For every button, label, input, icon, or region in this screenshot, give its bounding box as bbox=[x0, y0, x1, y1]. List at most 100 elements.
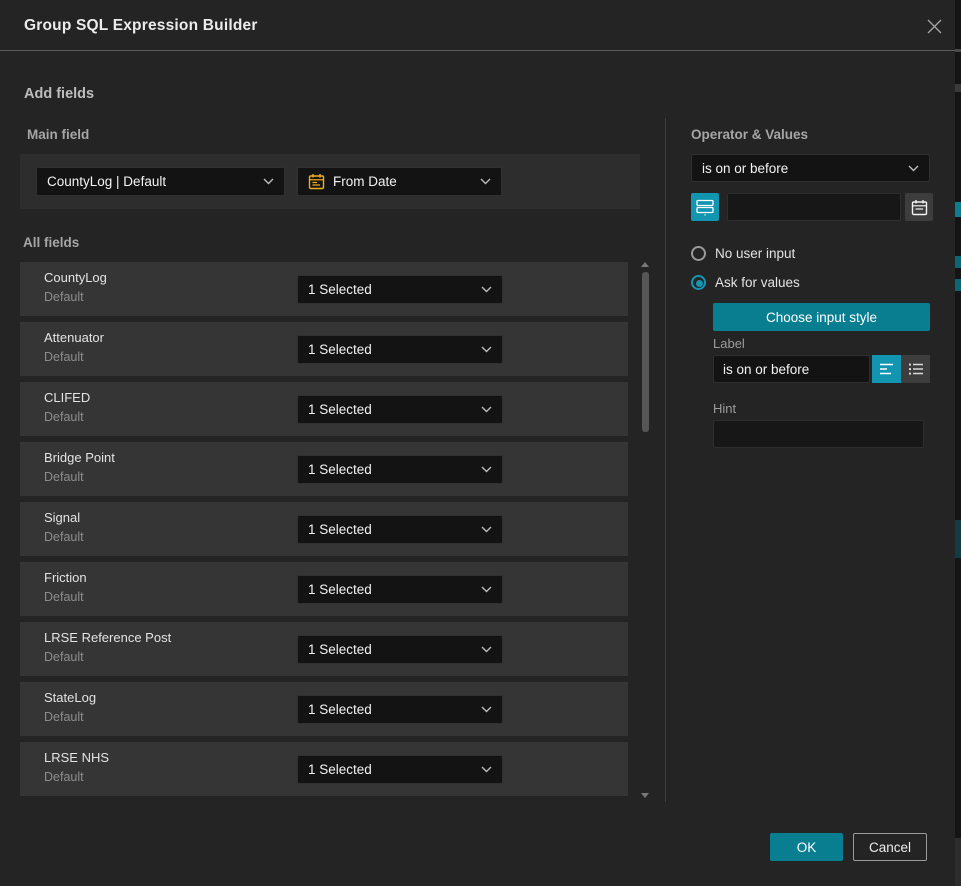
radio-label: Ask for values bbox=[715, 275, 800, 290]
field-sublabel: Default bbox=[44, 770, 84, 784]
chevron-down-icon bbox=[481, 346, 492, 353]
field-selection-select[interactable]: 1 Selected bbox=[297, 455, 503, 484]
field-selection-select[interactable]: 1 Selected bbox=[297, 335, 503, 364]
chevron-down-icon bbox=[263, 178, 274, 185]
radio-no-user-input[interactable]: No user input bbox=[691, 246, 795, 261]
field-row: Signal Default 1 Selected bbox=[20, 502, 628, 556]
operator-select[interactable]: is on or before bbox=[691, 154, 930, 182]
ok-button[interactable]: OK bbox=[770, 833, 843, 861]
input-type-icon bbox=[696, 198, 714, 216]
triangle-down-icon bbox=[641, 793, 649, 798]
field-sublabel: Default bbox=[44, 710, 84, 724]
chevron-down-icon bbox=[481, 706, 492, 713]
align-left-icon bbox=[879, 362, 895, 376]
field-name: CLIFED bbox=[44, 390, 90, 405]
radio-icon bbox=[691, 246, 706, 261]
radio-ask-for-values[interactable]: Ask for values bbox=[691, 275, 800, 290]
field-selection-select[interactable]: 1 Selected bbox=[297, 515, 503, 544]
field-row: LRSE Reference Post Default 1 Selected bbox=[20, 622, 628, 676]
field-row: Attenuator Default 1 Selected bbox=[20, 322, 628, 376]
dialog-title: Group SQL Expression Builder bbox=[24, 0, 258, 51]
field-name: LRSE Reference Post bbox=[44, 630, 171, 645]
cancel-button[interactable]: Cancel bbox=[853, 833, 927, 861]
scrollbar-up-arrow[interactable] bbox=[640, 260, 650, 268]
background-app-fragment bbox=[955, 49, 961, 52]
value-input[interactable] bbox=[727, 193, 901, 221]
background-app-fragment bbox=[955, 202, 961, 217]
field-selection-value: 1 Selected bbox=[308, 522, 475, 537]
field-sublabel: Default bbox=[44, 350, 84, 364]
field-sublabel: Default bbox=[44, 290, 84, 304]
scrollbar-thumb[interactable] bbox=[642, 272, 649, 432]
chevron-down-icon bbox=[481, 466, 492, 473]
label-input[interactable] bbox=[713, 355, 870, 383]
field-sublabel: Default bbox=[44, 650, 84, 664]
field-name: Bridge Point bbox=[44, 450, 115, 465]
background-app-fragment bbox=[955, 279, 961, 291]
background-app-fragment bbox=[955, 256, 961, 268]
screen: Group SQL Expression Builder Add fields … bbox=[0, 0, 961, 886]
field-name: Signal bbox=[44, 510, 80, 525]
field-sublabel: Default bbox=[44, 530, 84, 544]
pane-divider bbox=[665, 118, 666, 802]
background-app-edge bbox=[955, 0, 961, 886]
main-field-label: Main field bbox=[27, 127, 89, 142]
add-fields-heading: Add fields bbox=[24, 86, 94, 102]
field-name: StateLog bbox=[44, 690, 96, 705]
chevron-down-icon bbox=[481, 406, 492, 413]
chevron-down-icon bbox=[481, 286, 492, 293]
chevron-down-icon bbox=[908, 165, 919, 172]
radio-label: No user input bbox=[715, 246, 795, 261]
main-field-panel: CountyLog | Default From Date bbox=[20, 154, 640, 209]
field-row: Bridge Point Default 1 Selected bbox=[20, 442, 628, 496]
radio-icon bbox=[691, 275, 706, 290]
calendar-icon bbox=[308, 173, 325, 190]
field-row: CountyLog Default 1 Selected bbox=[20, 262, 628, 316]
label-field-label: Label bbox=[713, 336, 745, 351]
all-fields-label: All fields bbox=[23, 235, 79, 250]
input-type-button[interactable] bbox=[691, 193, 719, 221]
operator-values-heading: Operator & Values bbox=[691, 127, 808, 142]
triangle-up-icon bbox=[641, 262, 649, 267]
field-selection-select[interactable]: 1 Selected bbox=[297, 695, 503, 724]
close-icon bbox=[927, 19, 942, 34]
field-selection-value: 1 Selected bbox=[308, 582, 475, 597]
field-selection-value: 1 Selected bbox=[308, 462, 475, 477]
hint-input[interactable] bbox=[713, 420, 924, 448]
chevron-down-icon bbox=[481, 766, 492, 773]
scrollbar-down-arrow[interactable] bbox=[640, 791, 650, 799]
field-selection-value: 1 Selected bbox=[308, 702, 475, 717]
bulleted-list-icon bbox=[908, 362, 924, 376]
field-selection-select[interactable]: 1 Selected bbox=[297, 395, 503, 424]
label-style-text-button[interactable] bbox=[872, 355, 901, 383]
chevron-down-icon bbox=[481, 526, 492, 533]
field-name: Friction bbox=[44, 570, 87, 585]
chevron-down-icon bbox=[481, 646, 492, 653]
field-selection-select[interactable]: 1 Selected bbox=[297, 755, 503, 784]
group-sql-expression-builder-dialog: Group SQL Expression Builder Add fields … bbox=[0, 0, 955, 886]
background-app-fragment bbox=[955, 84, 961, 92]
main-field-layer-select[interactable]: CountyLog | Default bbox=[36, 167, 285, 196]
field-row: Friction Default 1 Selected bbox=[20, 562, 628, 616]
field-selection-value: 1 Selected bbox=[308, 282, 475, 297]
field-selection-value: 1 Selected bbox=[308, 342, 475, 357]
field-selection-select[interactable]: 1 Selected bbox=[297, 275, 503, 304]
chevron-down-icon bbox=[481, 586, 492, 593]
field-selection-select[interactable]: 1 Selected bbox=[297, 575, 503, 604]
choose-input-style-button[interactable]: Choose input style bbox=[713, 303, 930, 331]
main-field-field-select[interactable]: From Date bbox=[297, 167, 502, 196]
field-row: CLIFED Default 1 Selected bbox=[20, 382, 628, 436]
field-name: CountyLog bbox=[44, 270, 107, 285]
dialog-titlebar: Group SQL Expression Builder bbox=[0, 0, 955, 51]
field-selection-value: 1 Selected bbox=[308, 402, 475, 417]
field-selection-value: 1 Selected bbox=[308, 642, 475, 657]
field-selection-select[interactable]: 1 Selected bbox=[297, 635, 503, 664]
hint-field-label: Hint bbox=[713, 401, 736, 416]
close-button[interactable] bbox=[921, 13, 947, 39]
main-field-layer-value: CountyLog | Default bbox=[47, 174, 257, 189]
main-field-field-value: From Date bbox=[333, 174, 474, 189]
label-style-list-button[interactable] bbox=[901, 355, 930, 383]
date-picker-button[interactable] bbox=[905, 193, 933, 221]
field-sublabel: Default bbox=[44, 410, 84, 424]
field-row: StateLog Default 1 Selected bbox=[20, 682, 628, 736]
